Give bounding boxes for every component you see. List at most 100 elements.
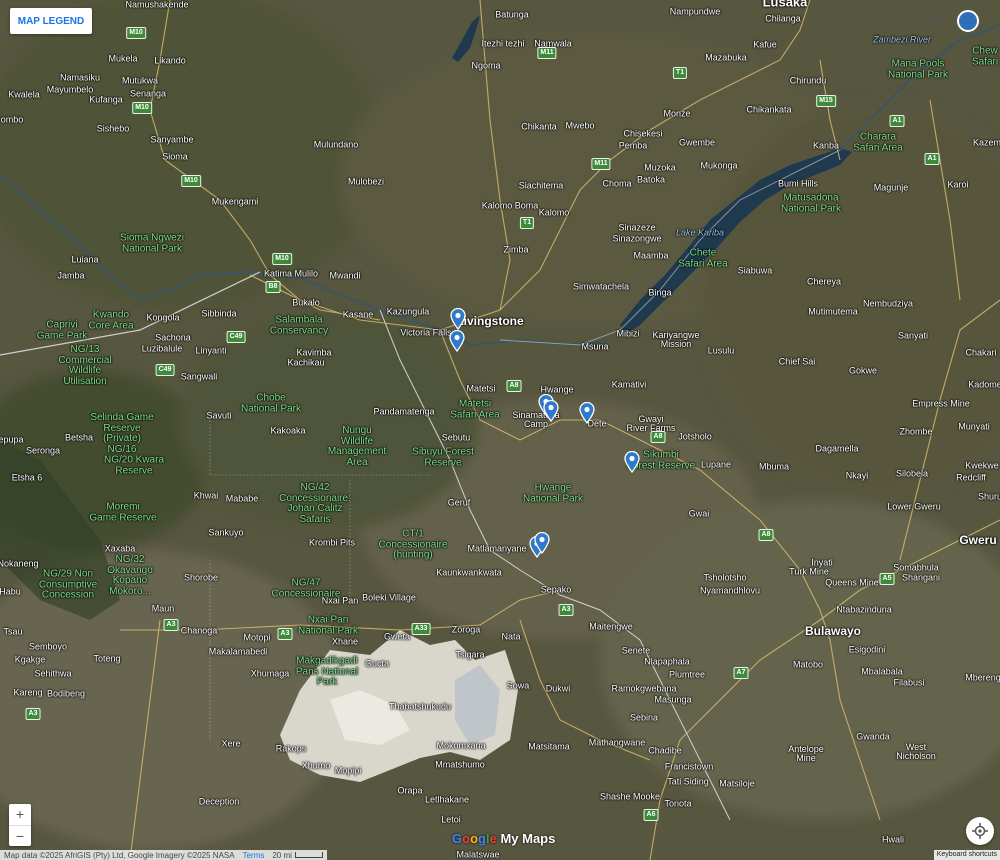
- park-label-charara: Charara Safari Area: [853, 131, 903, 153]
- place-label-namushakende: Namushakende: [125, 0, 189, 10]
- park-label-ng13: NG/13 Commercial Wildlife Utilisation: [58, 344, 112, 387]
- park-label-ng47: NG/47 Concessionaire: [271, 577, 341, 599]
- place-label-somabhula: Somabhula: [893, 562, 939, 573]
- place-label-motopi: Motopi: [243, 632, 271, 643]
- map-pin-icon[interactable]: [450, 307, 466, 331]
- place-label-chilanga: Chilanga: [765, 13, 801, 24]
- place-label-mbuma: Mbuma: [758, 461, 790, 472]
- road-shield-m15: M15: [816, 95, 836, 107]
- place-label-sinazeze: Sinazeze: [618, 222, 656, 233]
- place-label-chisekesi: Chisekesi: [623, 128, 663, 139]
- place-label-gokwe: Gokwe: [848, 365, 878, 376]
- place-label-nyamandhlovu: Nyamandhlovu: [699, 585, 761, 596]
- place-label-nata: Nata: [501, 631, 521, 642]
- road-shield-a8a: A8: [506, 380, 522, 392]
- place-label-khwai: Khwai: [193, 490, 219, 501]
- place-label-nkayi: Nkayi: [845, 470, 869, 481]
- place-label-letlhakane: Letlhakane: [424, 794, 470, 805]
- place-label-sioma: Sioma: [162, 151, 188, 162]
- place-label-zambezi: Zambezi River: [872, 34, 932, 45]
- place-label-muzoka: Muzoka: [644, 162, 676, 173]
- place-label-sehithwa: Sehithwa: [34, 668, 72, 679]
- place-label-kadome: Kadome: [968, 379, 1000, 390]
- place-label-sishebo: Sishebo: [96, 123, 130, 134]
- road-shield-c49: C49: [226, 331, 246, 343]
- park-label-sibuyu: Sibuyu Forest Reserve: [412, 446, 474, 468]
- place-label-pandamatenga: Pandamatenga: [373, 406, 435, 417]
- place-label-kazema: Kazem: [972, 137, 1000, 148]
- keyboard-shortcuts-link[interactable]: Keyboard shortcuts: [933, 850, 1000, 860]
- park-label-manapools: Mana Pools National Park: [887, 58, 949, 80]
- place-label-mukonga: Mukonga: [700, 160, 738, 171]
- place-label-boleki: Boleki Village: [362, 592, 416, 603]
- place-label-chikanta: Chikanta: [521, 121, 557, 132]
- place-label-chereya: Chereya: [806, 276, 842, 287]
- google-my-maps-logo: Google My Maps: [452, 831, 556, 846]
- place-label-likando: Likando: [154, 55, 186, 66]
- map-legend-button[interactable]: MAP LEGEND: [10, 8, 92, 34]
- place-label-kakoaka: Kakoaka: [270, 425, 306, 436]
- map-pin-icon[interactable]: [449, 329, 465, 353]
- park-label-chewore: Chew Safari: [971, 45, 999, 67]
- place-label-xere: Xere: [221, 738, 241, 749]
- place-label-msuna: Msuna: [581, 341, 609, 352]
- park-label-hwange-np: Hwange National Park: [522, 482, 584, 504]
- place-label-semboyo: Semboyo: [28, 641, 68, 652]
- place-label-filabusi: Filabusi: [893, 677, 925, 688]
- place-label-chanoga: Chanoga: [180, 625, 218, 636]
- place-label-chikankata: Chikankata: [746, 104, 792, 115]
- place-label-chirundu: Chirundu: [789, 75, 827, 86]
- place-label-toteng: Toteng: [93, 653, 121, 664]
- place-label-sangwali: Sangwali: [180, 371, 218, 382]
- place-label-betsha: Betsha: [64, 432, 94, 443]
- place-label-chiefsai: Chief Sai: [778, 356, 816, 367]
- park-label-salambala: Salambala Conservancy: [269, 314, 329, 336]
- map-pin-icon[interactable]: [579, 401, 595, 425]
- road-shield-a6: A6: [643, 809, 659, 821]
- road-shield-c49b: C49: [155, 364, 175, 376]
- place-label-kachikau: Kachikau: [287, 357, 325, 368]
- place-label-kareng: Kareng: [13, 687, 43, 698]
- map-pin-icon[interactable]: [543, 399, 559, 423]
- place-label-mayumbelo: Mayumbelo: [46, 84, 94, 95]
- place-label-thabatshukudu: Thabatshukudu: [388, 701, 452, 712]
- place-label-xaxaba: Xaxaba: [104, 543, 136, 554]
- apps-grid-icon[interactable]: [931, 14, 943, 27]
- zoom-out-button[interactable]: −: [9, 824, 31, 847]
- place-label-tonota: Tonota: [664, 798, 692, 809]
- road-shield-m10b: M10: [132, 102, 152, 114]
- park-label-nungu: Nungu Wildlife Management Area: [327, 425, 387, 468]
- place-label-bulawayo: Bulawayo: [804, 624, 862, 638]
- place-label-habu: Habu: [0, 586, 21, 597]
- place-label-sinazongwe: Sinazongwe: [612, 233, 662, 244]
- place-label-antelope: Antelope Mine: [788, 744, 824, 763]
- place-label-plumtree: Plumtree: [668, 669, 706, 680]
- map-pin-icon[interactable]: [534, 531, 550, 555]
- place-label-siachitema: Siachitema: [518, 180, 564, 191]
- place-label-shurugwi: Shuru: [977, 491, 1000, 502]
- road-shield-m11b: M11: [591, 158, 611, 170]
- park-label-sioma-ngwezi: Sioma Ngwezi National Park: [120, 232, 184, 254]
- my-location-button[interactable]: [966, 817, 994, 845]
- place-label-kongola: Kongola: [146, 312, 180, 323]
- satellite-map[interactable]: Namushakende Mukela Likando Namasiku Mutukwa…: [0, 0, 1000, 860]
- park-label-ng32: NG/32 Okavango Kopano Mokoro...: [107, 554, 153, 597]
- place-label-deception: Deception: [198, 796, 240, 807]
- park-label-caprivi: Caprivi Game Park: [36, 319, 88, 341]
- place-label-sanyati: Sanyati: [897, 330, 929, 341]
- place-label-xhumo: Xhumo: [301, 760, 331, 771]
- place-label-matobo: Matobo: [792, 659, 824, 670]
- place-label-zhombe: Zhombe: [899, 426, 933, 437]
- place-label-karoi: Karoi: [947, 179, 969, 190]
- place-label-hwali: Hwali: [881, 834, 905, 845]
- place-label-geruf: Geruf: [447, 497, 471, 508]
- terms-link[interactable]: Terms: [243, 851, 265, 860]
- account-avatar-icon[interactable]: [957, 10, 979, 32]
- place-label-ngoma: Ngoma: [471, 60, 501, 71]
- place-label-mutimutema: Mutimutema: [808, 306, 858, 317]
- place-label-monze: Monze: [663, 108, 691, 119]
- place-label-namasiku: Namasiku: [59, 72, 101, 83]
- zoom-in-button[interactable]: +: [9, 804, 31, 825]
- map-pin-icon[interactable]: [624, 450, 640, 474]
- place-label-mberengwa: Mbereng: [965, 672, 1000, 683]
